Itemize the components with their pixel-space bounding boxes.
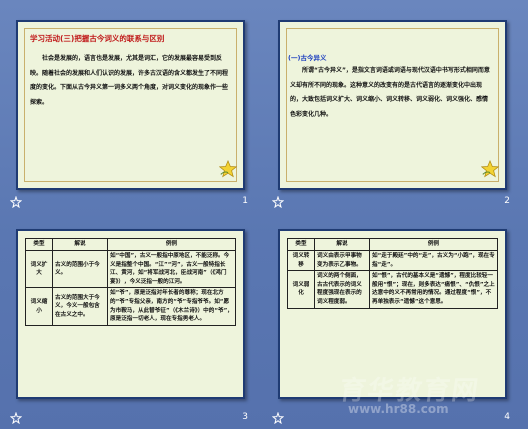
table-row: 词义扩大 古义的范围小于今义。 如“中国”，古义一般指中原地区，不能泛称。今义是… bbox=[25, 249, 236, 289]
slide-number: 1 bbox=[242, 196, 248, 206]
slide-transition-icon[interactable] bbox=[271, 411, 285, 425]
word-meaning-table: 类型 解说 例例 词义转移 词义由表示甲事物变为表示乙事物。 如“走于殿廷”中的… bbox=[287, 238, 498, 309]
table-cell-type: 词义缩小 bbox=[25, 287, 53, 326]
table-cell-explain: 词义的两个侧面，古古代表示的词义程度强现在表示的词义程度弱。 bbox=[314, 270, 370, 309]
slide-transition-icon[interactable] bbox=[271, 195, 285, 209]
table-cell-type: 词义扩大 bbox=[25, 249, 53, 289]
table-header-cell: 解说 bbox=[52, 238, 108, 251]
table-row: 词义弱化 词义的两个侧面，古古代表示的词义程度强现在表示的词义程度弱。 如“恨”… bbox=[287, 270, 498, 309]
slide-transition-icon[interactable] bbox=[9, 195, 23, 209]
slide-body-text: 社会是发展的，语言也是发展，尤其是词汇，它的发展最容易受到反映。随着社会的发展和… bbox=[30, 55, 229, 106]
slide-caption-3: 3 bbox=[9, 411, 250, 426]
slide-number: 4 bbox=[504, 412, 510, 422]
table-cell-example: 如“爷”，原是泛指对年长者的尊称；现在北方的“爷”专指父亲，南方的“爷”专指爷爷… bbox=[107, 287, 236, 326]
slide-transition-icon[interactable] bbox=[9, 411, 23, 425]
star-icon bbox=[219, 160, 237, 178]
table-row: 词义转移 词义由表示甲事物变为表示乙事物。 如“走于殿廷”中的“走”，古义为“小… bbox=[287, 249, 498, 272]
slide-caption-1: 1 bbox=[9, 195, 250, 210]
slide-thumbnail-3[interactable]: 类型 解说 例例 词义扩大 古义的范围小于今义。 如“中国”，古义一般指中原地区… bbox=[16, 229, 245, 399]
table-row: 词义缩小 古义的范围大于今义，今义一般包含在古义之中。 如“爷”，原是泛指对年长… bbox=[25, 287, 236, 326]
table-cell-explain: 词义由表示甲事物变为表示乙事物。 bbox=[314, 249, 370, 272]
table-cell-example: 如“中国”，古义一般指中原地区，不能泛称。今义是指整个中国。“江”“河”，古义一… bbox=[107, 249, 236, 289]
table-header-row: 类型 解说 例例 bbox=[287, 238, 498, 251]
slide-thumbnail-1[interactable]: 学习活动(三)把握古今词义的联系与区别 社会是发展的，语言也是发展，尤其是词汇，… bbox=[16, 20, 245, 190]
table-header-cell: 例例 bbox=[369, 238, 498, 251]
table-header-cell: 解说 bbox=[314, 238, 370, 251]
watermark-url: www.hr88.com bbox=[348, 402, 449, 416]
table-cell-explain: 古义的范围大于今义，今义一般包含在古义之中。 bbox=[52, 287, 108, 326]
table-header-cell: 类型 bbox=[287, 238, 315, 251]
slide-title: 学习活动(三)把握古今词义的联系与区别 bbox=[30, 34, 165, 43]
slide-caption-2: 2 bbox=[271, 195, 512, 210]
table-cell-explain: 古义的范围小于今义。 bbox=[52, 249, 108, 289]
table-cell-type: 词义弱化 bbox=[287, 270, 315, 309]
star-icon bbox=[481, 160, 499, 178]
slide-number: 3 bbox=[242, 412, 248, 422]
table-cell-example: 如“走于殿廷”中的“走”，古义为“小跑”，现在专指“走”。 bbox=[369, 249, 498, 272]
table-header-row: 类型 解说 例例 bbox=[25, 238, 236, 251]
slide-heading: (一)古今异义 bbox=[288, 54, 327, 62]
slide-body-text: 所谓“古今异义”，是指文言词语或词语与现代汉语中书写形式相同而意义却有所不同的现… bbox=[290, 67, 490, 118]
table-cell-example: 如“恨”，古代的基本义是“遗憾”，程度比较轻一般用“恨”；现在，则多表达“痛恨”… bbox=[369, 270, 498, 309]
table-header-cell: 例例 bbox=[107, 238, 236, 251]
slide-number: 2 bbox=[504, 196, 510, 206]
slide-thumbnail-2[interactable]: (一)古今异义 所谓“古今异义”，是指文言词语或词语与现代汉语中书写形式相同而意… bbox=[278, 20, 507, 190]
table-cell-type: 词义转移 bbox=[287, 249, 315, 272]
table-header-cell: 类型 bbox=[25, 238, 53, 251]
word-meaning-table: 类型 解说 例例 词义扩大 古义的范围小于今义。 如“中国”，古义一般指中原地区… bbox=[25, 238, 236, 326]
